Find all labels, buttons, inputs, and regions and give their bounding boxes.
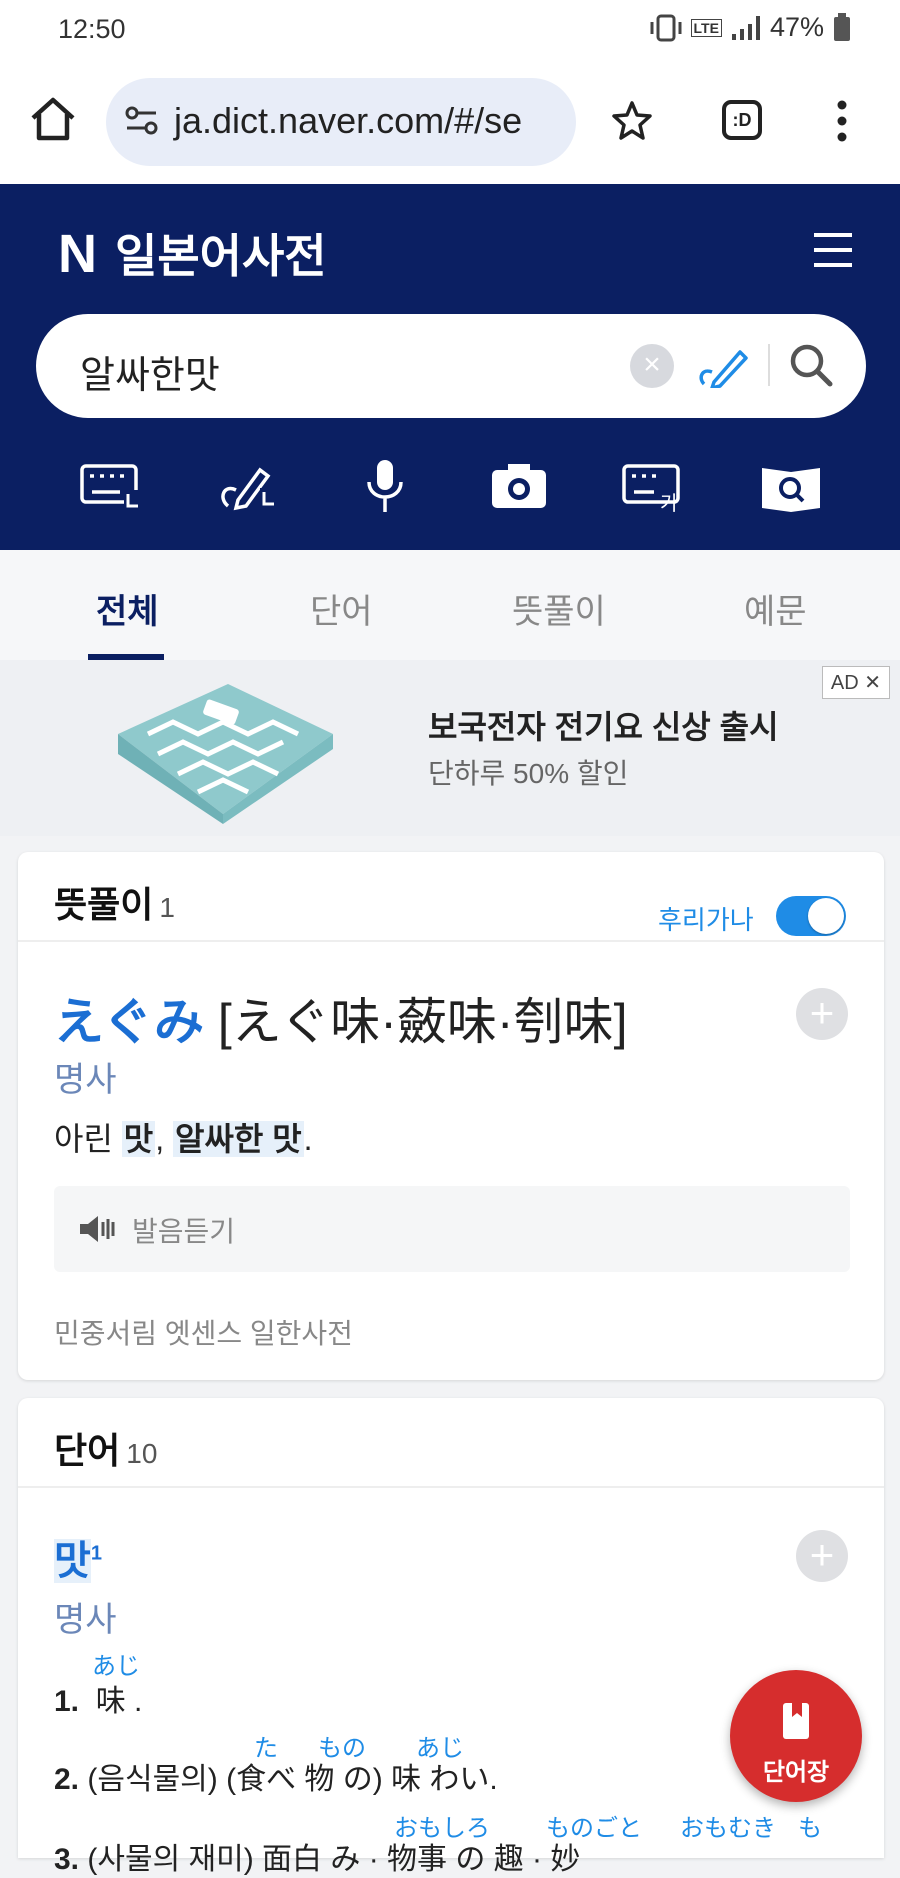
handwriting-icon[interactable]	[214, 456, 284, 516]
meaning-prefix: 아린	[54, 1121, 122, 1157]
tab-all[interactable]: 전체	[96, 584, 159, 633]
meaning-section-title: 뜻풀이	[54, 884, 154, 925]
section-divider	[18, 1486, 884, 1488]
address-bar[interactable]: ja.dict.naver.com/#/se	[106, 78, 576, 166]
meaning-section: 뜻풀이 1 후리가나 えぐみ [えぐ味·蘞味·刳味] + 명사 아린 맛, 알싸한…	[18, 852, 884, 1380]
add-to-wordbook-button[interactable]: +	[796, 1530, 848, 1582]
tab-examples[interactable]: 예문	[744, 584, 807, 633]
battery-percent: 47%	[769, 12, 824, 42]
definition-number: 3.	[54, 1843, 80, 1876]
speaker-icon	[80, 1216, 115, 1242]
wordbook-icon	[783, 1703, 809, 1739]
furigana: も	[798, 1815, 822, 1842]
word-text[interactable]: 맛	[54, 1539, 91, 1583]
listen-label: 발음듣기	[132, 1216, 236, 1247]
result-count: 10	[126, 1438, 158, 1469]
hamburger-menu-icon[interactable]	[812, 232, 854, 268]
ad-title: 보국전자 전기요 신상 출시	[428, 709, 779, 745]
vibrate-icon	[650, 14, 682, 41]
definition-text: (사물의 재미) 面白 み · 物事 の 趣 · 妙	[87, 1843, 581, 1876]
status-icons: LTE 47%	[649, 12, 852, 43]
input-tools: 가	[0, 456, 900, 526]
status-time: 12:50	[58, 14, 126, 44]
entry-kanji: [えぐ味·蘞味·刳味]	[204, 994, 628, 1050]
entry-meaning: 아린 맛, 알싸한 맛.	[54, 1114, 313, 1160]
handwriting-pen-icon[interactable]	[696, 342, 750, 388]
listen-button[interactable]: 발음듣기	[54, 1186, 850, 1272]
section-divider	[18, 940, 884, 942]
tab-meanings[interactable]: 뜻풀이	[512, 584, 606, 633]
furigana: おもむき	[680, 1815, 776, 1842]
ad-close-icon[interactable]: ✕	[864, 672, 881, 694]
ad-product-image	[118, 684, 333, 824]
part-of-speech: 명사	[54, 1061, 117, 1099]
meaning-separator: ,	[155, 1121, 174, 1157]
network-label: LTE	[690, 18, 722, 37]
naver-logo-letter: N	[58, 224, 97, 284]
search-divider	[768, 344, 770, 386]
entry-headword[interactable]: えぐみ [えぐ味·蘞味·刳味]	[54, 982, 627, 1054]
definition-item: 3. (사물의 재미) 面白 み · 物事 の 趣 · 妙	[54, 1834, 580, 1878]
wordbook-label: 단어장	[762, 1759, 830, 1786]
clear-search-button[interactable]: ×	[630, 344, 674, 388]
url-text: ja.dict.naver.com/#/se	[174, 100, 523, 141]
book-search-icon[interactable]	[756, 456, 826, 516]
ad-banner[interactable]: AD ✕ 보국전자 전기요 신상 출시 단하루 50% 할인	[0, 660, 900, 836]
logo[interactable]: N 일본어사전	[58, 220, 327, 286]
dictionary-source[interactable]: 민중서림 엣센스 일한사전	[54, 1312, 353, 1352]
section-title: 뜻풀이 1	[54, 876, 175, 928]
browser-toolbar: ja.dict.naver.com/#/se :D	[0, 62, 900, 184]
word-section-title: 단어	[54, 1430, 121, 1471]
definition-number: 1.	[54, 1685, 80, 1718]
word-section: 단어 10 맛1 + 명사 あじ 1. 味 . た もの あじ 2. (음식물의)…	[18, 1398, 884, 1876]
search-icon[interactable]	[788, 342, 834, 388]
hangul-keyboard-icon[interactable]: 가	[620, 456, 690, 516]
ad-label: AD	[830, 672, 859, 694]
section-title: 단어 10	[54, 1422, 157, 1474]
definition-item: 2. (음식물의) (食べ 物 の) 味 わい.	[54, 1754, 498, 1798]
definition-number: 2.	[54, 1763, 80, 1796]
site-settings-icon[interactable]	[124, 104, 160, 138]
definition-item: 1. 味 .	[54, 1676, 142, 1720]
ad-subtitle: 단하루 50% 할인	[428, 758, 629, 789]
svg-text:가: 가	[660, 491, 678, 515]
result-tabs: 전체 단어 뜻풀이 예문	[0, 550, 900, 660]
meaning-suffix: .	[303, 1121, 313, 1157]
homonym-number: 1	[90, 1542, 102, 1565]
word-headword[interactable]: 맛1	[54, 1528, 102, 1586]
result-count: 1	[159, 892, 175, 923]
dictionary-header: N 일본어사전 알싸한맛 × 가	[0, 184, 900, 550]
status-bar: 12:50 LTE 47%	[0, 0, 900, 62]
dictionary-title: 일본어사전	[115, 230, 327, 282]
tab-words[interactable]: 단어	[310, 584, 373, 633]
meaning-highlight: 알싸한 맛	[173, 1121, 304, 1157]
add-to-wordbook-button[interactable]: +	[796, 988, 848, 1040]
battery-icon	[834, 12, 850, 41]
part-of-speech: 명사	[54, 1601, 117, 1639]
signal-icon	[731, 15, 760, 40]
ad-badge[interactable]: AD ✕	[821, 666, 890, 699]
wordbook-button[interactable]: 단어장	[730, 1670, 862, 1802]
bookmark-star-icon[interactable]	[612, 100, 652, 140]
search-input[interactable]: 알싸한맛	[80, 344, 220, 399]
tab-switcher-button[interactable]: :D	[722, 100, 762, 140]
furigana-toggle[interactable]	[776, 896, 846, 936]
meaning-highlight: 맛	[121, 1121, 156, 1157]
toggle-knob	[808, 898, 844, 934]
more-menu-icon[interactable]	[836, 100, 848, 142]
definition-text: (음식물의) (食べ 物 の) 味 わい.	[87, 1763, 498, 1796]
entry-kana[interactable]: えぐみ	[54, 994, 204, 1050]
keyboard-icon[interactable]	[78, 456, 148, 516]
furigana-label: 후리가나	[658, 905, 754, 935]
search-box[interactable]: 알싸한맛 ×	[36, 314, 866, 418]
camera-icon[interactable]	[484, 456, 554, 516]
definition-text: 味 .	[95, 1685, 143, 1718]
home-icon[interactable]	[26, 92, 80, 146]
microphone-icon[interactable]	[350, 456, 420, 516]
